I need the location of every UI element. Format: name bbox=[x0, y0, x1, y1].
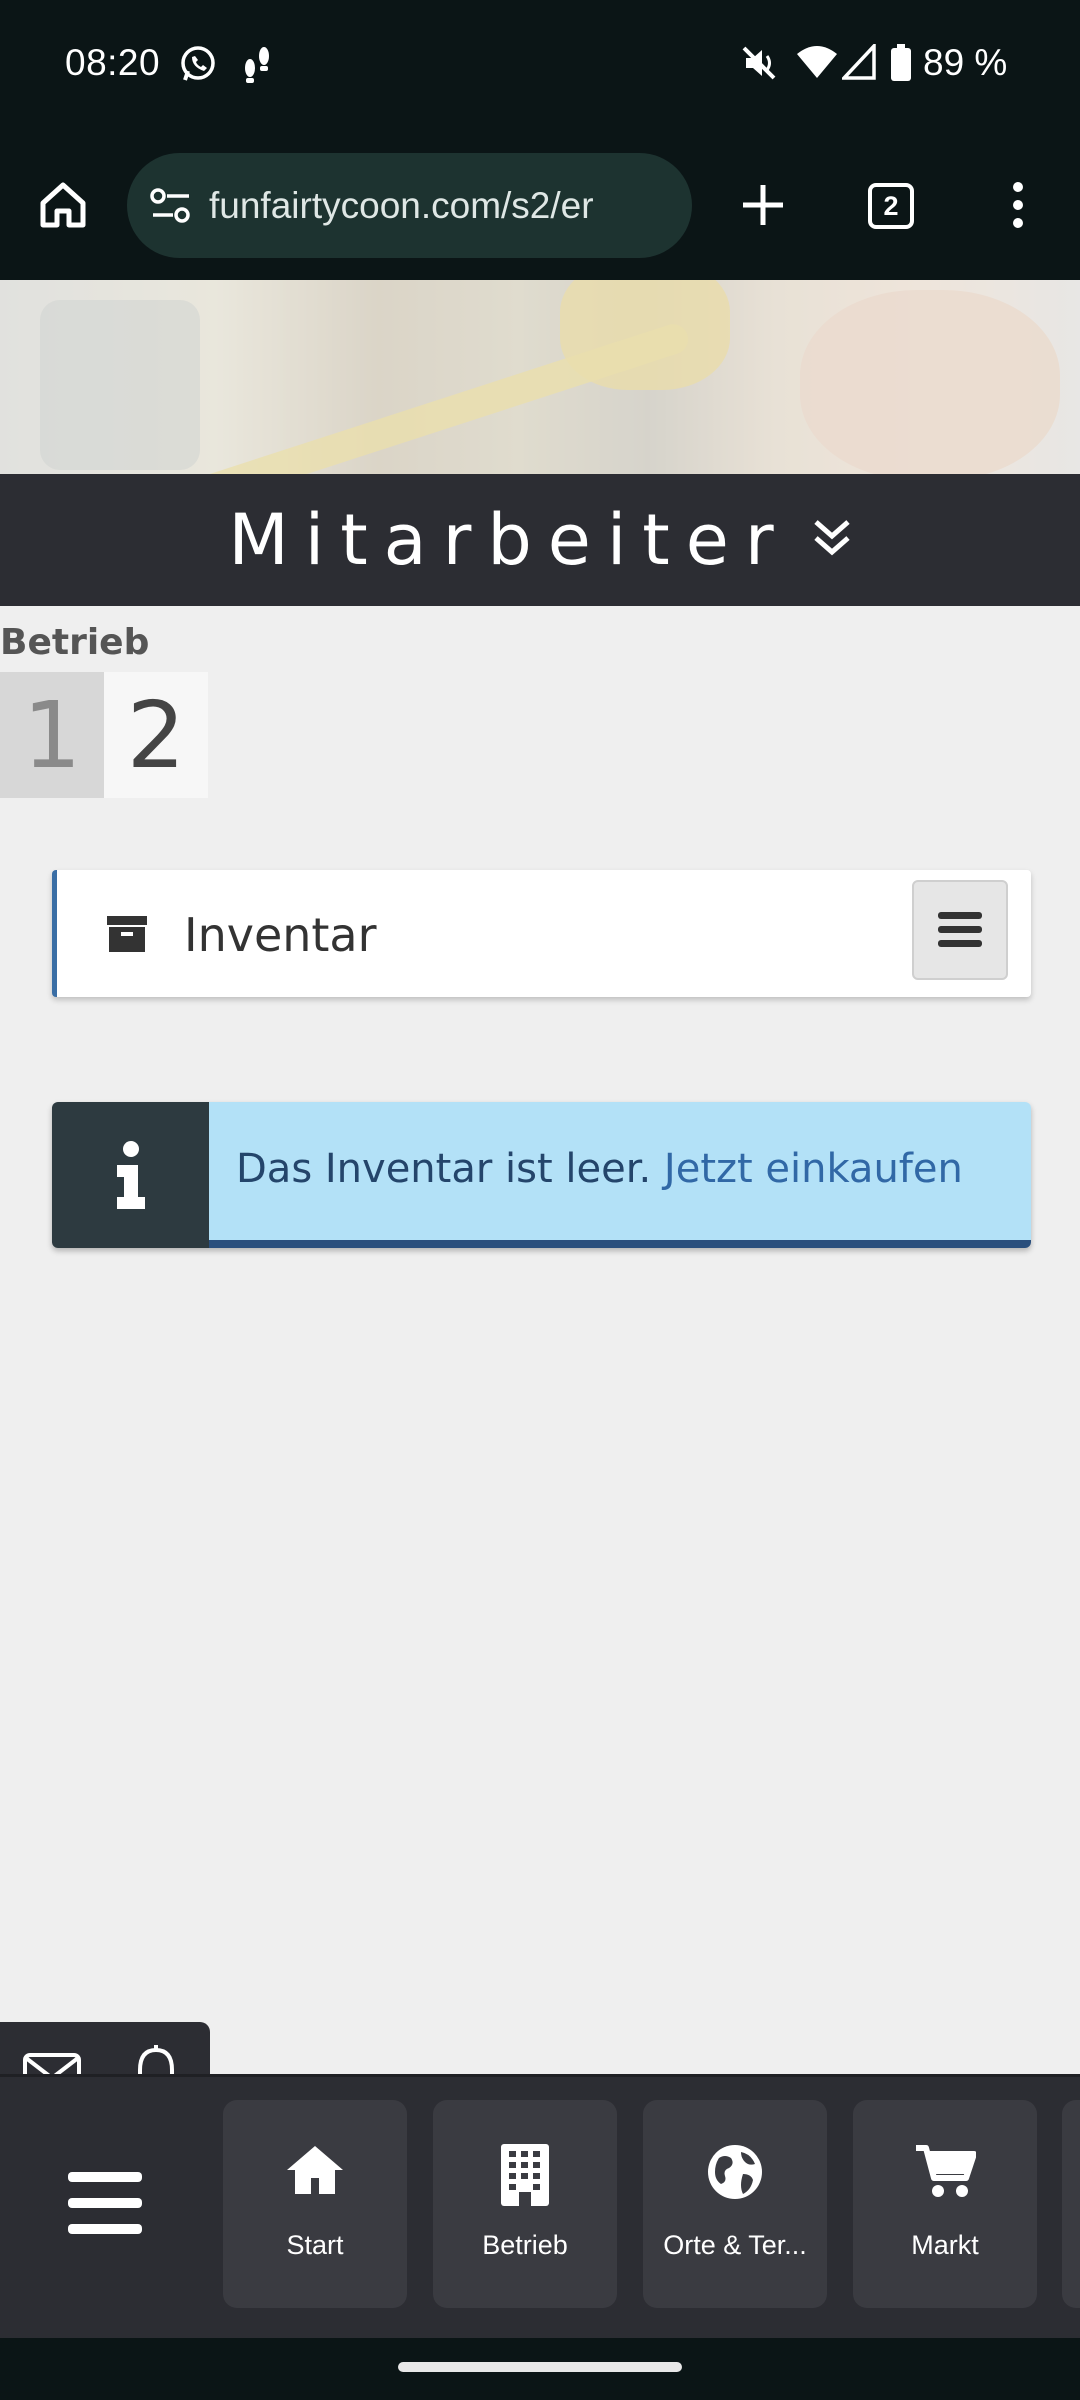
cart-icon bbox=[853, 2144, 1037, 2200]
home-icon bbox=[223, 2144, 407, 2196]
hamburger-icon bbox=[938, 912, 982, 947]
nav-start-label: Start bbox=[286, 2230, 344, 2260]
chevron-double-down-icon bbox=[812, 516, 852, 564]
more-vertical-icon bbox=[1013, 182, 1023, 228]
inventory-panel: Inventar bbox=[52, 870, 1031, 997]
nav-markt[interactable]: Markt bbox=[853, 2100, 1037, 2308]
tab-switcher-button[interactable]: 2 bbox=[868, 183, 914, 229]
archive-icon bbox=[107, 916, 147, 956]
browser-menu-button[interactable] bbox=[1000, 172, 1036, 238]
home-button[interactable] bbox=[30, 172, 96, 238]
status-time: 08:20 bbox=[65, 42, 161, 83]
site-settings-icon[interactable] bbox=[149, 186, 193, 230]
signal-icon bbox=[839, 41, 876, 84]
main-menu-button[interactable] bbox=[68, 2172, 142, 2238]
section-selector[interactable]: Mitarbeiter bbox=[0, 474, 1080, 606]
mute-icon bbox=[740, 44, 778, 86]
info-message-text: Das Inventar ist leer. bbox=[236, 1146, 652, 1192]
nav-betrieb-label: Betrieb bbox=[482, 2230, 568, 2260]
nav-more-item[interactable] bbox=[1062, 2100, 1080, 2308]
battery-icon bbox=[890, 44, 912, 86]
home-icon bbox=[40, 182, 86, 228]
inventory-title: Inventar bbox=[184, 908, 377, 962]
nav-orte-label: Orte & Ter... bbox=[663, 2230, 807, 2260]
betrieb-label: Betrieb bbox=[0, 622, 150, 663]
wifi-icon bbox=[796, 44, 838, 84]
battery-percent: 89 % bbox=[923, 42, 1008, 83]
section-title: Mitarbeiter bbox=[228, 499, 790, 581]
footsteps-icon bbox=[240, 44, 276, 88]
inventory-menu-button[interactable] bbox=[912, 880, 1008, 980]
building-icon bbox=[433, 2144, 617, 2206]
nav-betrieb[interactable]: Betrieb bbox=[433, 2100, 617, 2308]
plus-icon bbox=[743, 185, 783, 225]
hamburger-icon bbox=[68, 2172, 142, 2234]
status-bar: 08:20 89 % bbox=[0, 0, 1080, 132]
gesture-handle[interactable] bbox=[398, 2362, 682, 2372]
betrieb-page-2[interactable]: 2 bbox=[104, 672, 208, 798]
info-message: Das Inventar ist leer. Jetzt einkaufen bbox=[52, 1102, 1031, 1248]
shop-now-link[interactable]: Jetzt einkaufen bbox=[664, 1146, 963, 1192]
nav-start[interactable]: Start bbox=[223, 2100, 407, 2308]
new-tab-button[interactable] bbox=[730, 172, 796, 238]
header-banner-image bbox=[0, 280, 1080, 474]
nav-markt-label: Markt bbox=[911, 2230, 979, 2260]
nav-orte[interactable]: Orte & Ter... bbox=[643, 2100, 827, 2308]
globe-icon bbox=[643, 2144, 827, 2200]
whatsapp-icon bbox=[178, 44, 218, 88]
info-icon bbox=[52, 1102, 209, 1248]
betrieb-page-1[interactable]: 1 bbox=[0, 672, 104, 798]
address-bar[interactable]: funfairtycoon.com/s2/er bbox=[127, 153, 692, 258]
url-text[interactable]: funfairtycoon.com/s2/er bbox=[209, 185, 594, 227]
